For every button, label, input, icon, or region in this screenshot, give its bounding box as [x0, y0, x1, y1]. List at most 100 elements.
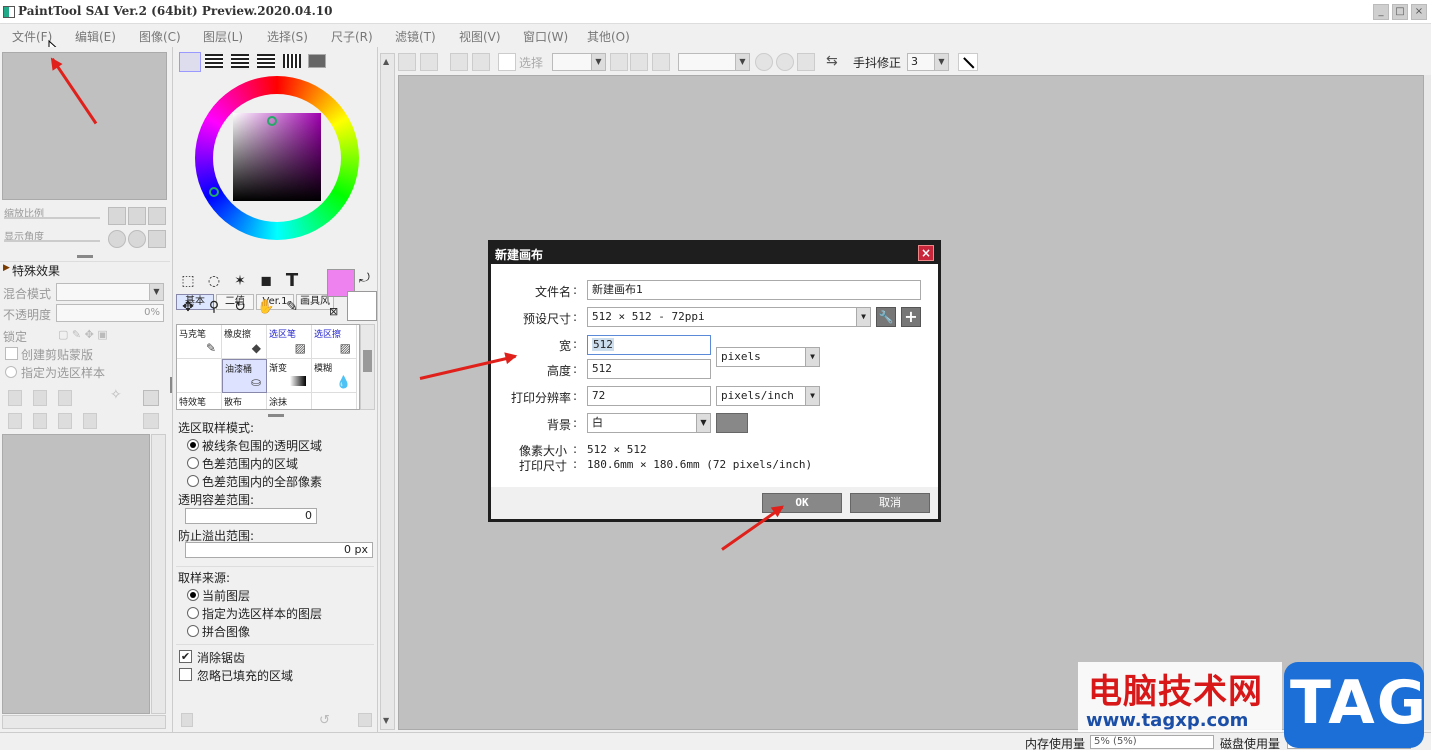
redo-button[interactable]	[420, 53, 438, 71]
source-radio-current[interactable]	[187, 589, 199, 601]
duplicate-layer-icon[interactable]	[33, 413, 47, 429]
mode-radio-color-range[interactable]	[187, 457, 199, 469]
brush-blur[interactable]: 模糊 💧	[312, 359, 357, 393]
scroll-up-icon[interactable]: ▲	[383, 57, 389, 66]
brush-gradient[interactable]: 渐变	[267, 359, 312, 393]
canvas-vscrollbar[interactable]	[1424, 75, 1431, 730]
blend-mode-select[interactable]: ▼	[56, 283, 164, 301]
wrench-icon[interactable]: 🔧	[876, 307, 896, 327]
dialog-close-button[interactable]: ×	[918, 245, 934, 261]
eyedropper-icon[interactable]: ✎	[281, 296, 303, 318]
menu-view[interactable]: 视图(V)	[459, 28, 501, 45]
background-select[interactable]: 白 ▼	[587, 413, 711, 433]
flip-icon[interactable]: ⇆	[826, 53, 838, 69]
panel-splitter[interactable]	[77, 255, 93, 258]
line-tool-button[interactable]	[958, 53, 978, 71]
rotate-reset-button[interactable]	[148, 230, 166, 248]
rgb-slider-mode-icon[interactable]	[205, 54, 223, 68]
brush-eraser[interactable]: 橡皮擦 ◆	[222, 325, 267, 359]
deselect-button[interactable]	[450, 53, 468, 71]
menu-edit[interactable]: 编辑(E)	[75, 28, 116, 45]
brush-select-pen[interactable]: 选区笔 ▨	[267, 325, 312, 359]
stabilizer-select[interactable]: 3 ▼	[907, 53, 949, 71]
invert-select-button[interactable]	[472, 53, 490, 71]
brush-grid[interactable]: 马克笔 ✎ 橡皮擦 ◆ 选区笔 ▨ 选区擦 ▨ 油漆桶 ⛀ 渐变 模糊 💧 特效笔 散布 涂…	[176, 324, 360, 410]
secondary-color-swatch[interactable]	[347, 291, 377, 321]
undo-button[interactable]	[398, 53, 416, 71]
menu-ruler[interactable]: 尺子(R)	[331, 28, 373, 45]
opacity-field[interactable]: 0%	[56, 304, 164, 322]
maximize-button[interactable]: □	[1392, 4, 1408, 20]
size-unit-select[interactable]: pixels ▼	[716, 347, 820, 367]
antialias-checkbox[interactable]: ✔	[179, 650, 192, 663]
mode-radio-enclosed[interactable]	[187, 439, 199, 451]
tolerance-input[interactable]: 0	[185, 508, 317, 524]
brush-empty-2[interactable]	[312, 393, 357, 409]
canvas-vscrollbar-left[interactable]: ▲ ▼	[380, 53, 395, 730]
swap-colors-icon[interactable]: ⤾	[359, 271, 370, 286]
rotation-select[interactable]: ▼	[678, 53, 750, 71]
width-input[interactable]: 512	[587, 335, 711, 355]
brush-empty[interactable]	[177, 359, 222, 393]
source-radio-merged[interactable]	[187, 625, 199, 637]
rotate-reset-toolbar-button[interactable]	[797, 53, 815, 71]
selection-source-radio[interactable]	[5, 366, 17, 378]
minimize-button[interactable]: _	[1373, 4, 1389, 20]
new-folder-icon[interactable]	[58, 390, 72, 406]
save-settings-icon[interactable]	[358, 713, 372, 727]
angle-slider[interactable]	[4, 240, 100, 242]
scratchpad-mode-icon[interactable]	[308, 54, 326, 68]
rotate-icon[interactable]: ↻	[229, 296, 251, 318]
zoom-select[interactable]: ▼	[552, 53, 606, 71]
transparent-color-icon[interactable]: ⊠	[329, 305, 338, 318]
layer-list[interactable]	[2, 434, 150, 714]
reset-icon[interactable]: ↺	[319, 713, 330, 728]
text-tool-icon[interactable]: T	[281, 270, 303, 292]
new-layer-icon[interactable]	[8, 390, 22, 406]
menu-select[interactable]: 选择(S)	[267, 28, 308, 45]
rotate-ccw-button[interactable]	[755, 53, 773, 71]
clipboard-icon[interactable]	[181, 713, 193, 727]
menu-filter[interactable]: 滤镜(T)	[395, 28, 436, 45]
zoom-in-button[interactable]	[128, 207, 146, 225]
swatches-mode-icon[interactable]	[283, 54, 301, 68]
zoom-out-button[interactable]	[108, 207, 126, 225]
menu-layer[interactable]: 图层(L)	[203, 28, 243, 45]
source-radio-sample[interactable]	[187, 607, 199, 619]
menu-other[interactable]: 其他(O)	[587, 28, 630, 45]
zoom-reset-button[interactable]	[148, 207, 166, 225]
clip-mask-checkbox[interactable]	[5, 347, 18, 360]
brush-smudge[interactable]: 涂抹	[267, 393, 312, 409]
color-wheel-mode-icon[interactable]	[179, 52, 201, 72]
new-linework-layer-icon[interactable]	[33, 390, 47, 406]
ignore-filled-checkbox[interactable]	[179, 668, 192, 681]
zoom-icon[interactable]: ⚲	[203, 296, 225, 318]
brush-bucket[interactable]: 油漆桶 ⛀	[222, 359, 267, 393]
magic-wand-icon[interactable]: ✶	[229, 270, 251, 292]
brush-grid-scrollbar[interactable]	[360, 324, 375, 410]
saturation-value-square[interactable]	[233, 113, 321, 201]
scroll-down-icon[interactable]: ▼	[383, 716, 389, 725]
resolution-input[interactable]: 72	[587, 386, 711, 406]
lock-icons[interactable]: ▢ ✎ ✥ ▣	[58, 328, 108, 341]
zoom-fit-button[interactable]	[652, 53, 670, 71]
rect-select-icon[interactable]: ⬚	[177, 270, 199, 292]
sv-picker-handle[interactable]	[267, 116, 277, 126]
color-mixer-mode-icon[interactable]	[257, 54, 275, 68]
height-input[interactable]: 512	[587, 359, 711, 379]
clear-layer-icon[interactable]	[58, 413, 72, 429]
trash-icon[interactable]	[83, 413, 97, 429]
shape-icon[interactable]: ◼	[255, 270, 277, 292]
panel-splitter[interactable]	[268, 414, 284, 417]
preset-select[interactable]: 512 × 512 - 72ppi ▼	[587, 307, 871, 327]
layer-list-hscrollbar[interactable]	[2, 715, 166, 729]
background-color-swatch[interactable]	[716, 413, 748, 433]
navigator-preview[interactable]	[2, 52, 167, 200]
merge-down-icon[interactable]	[8, 413, 22, 429]
brush-marker[interactable]: 马克笔 ✎	[177, 325, 222, 359]
rotate-cw-button[interactable]	[776, 53, 794, 71]
layer-move-icon[interactable]: ✧	[110, 387, 126, 403]
filename-input[interactable]: 新建画布1	[587, 280, 921, 300]
move-icon[interactable]: ✥	[177, 296, 199, 318]
effects-header[interactable]: ▶ 特殊效果	[0, 261, 170, 278]
